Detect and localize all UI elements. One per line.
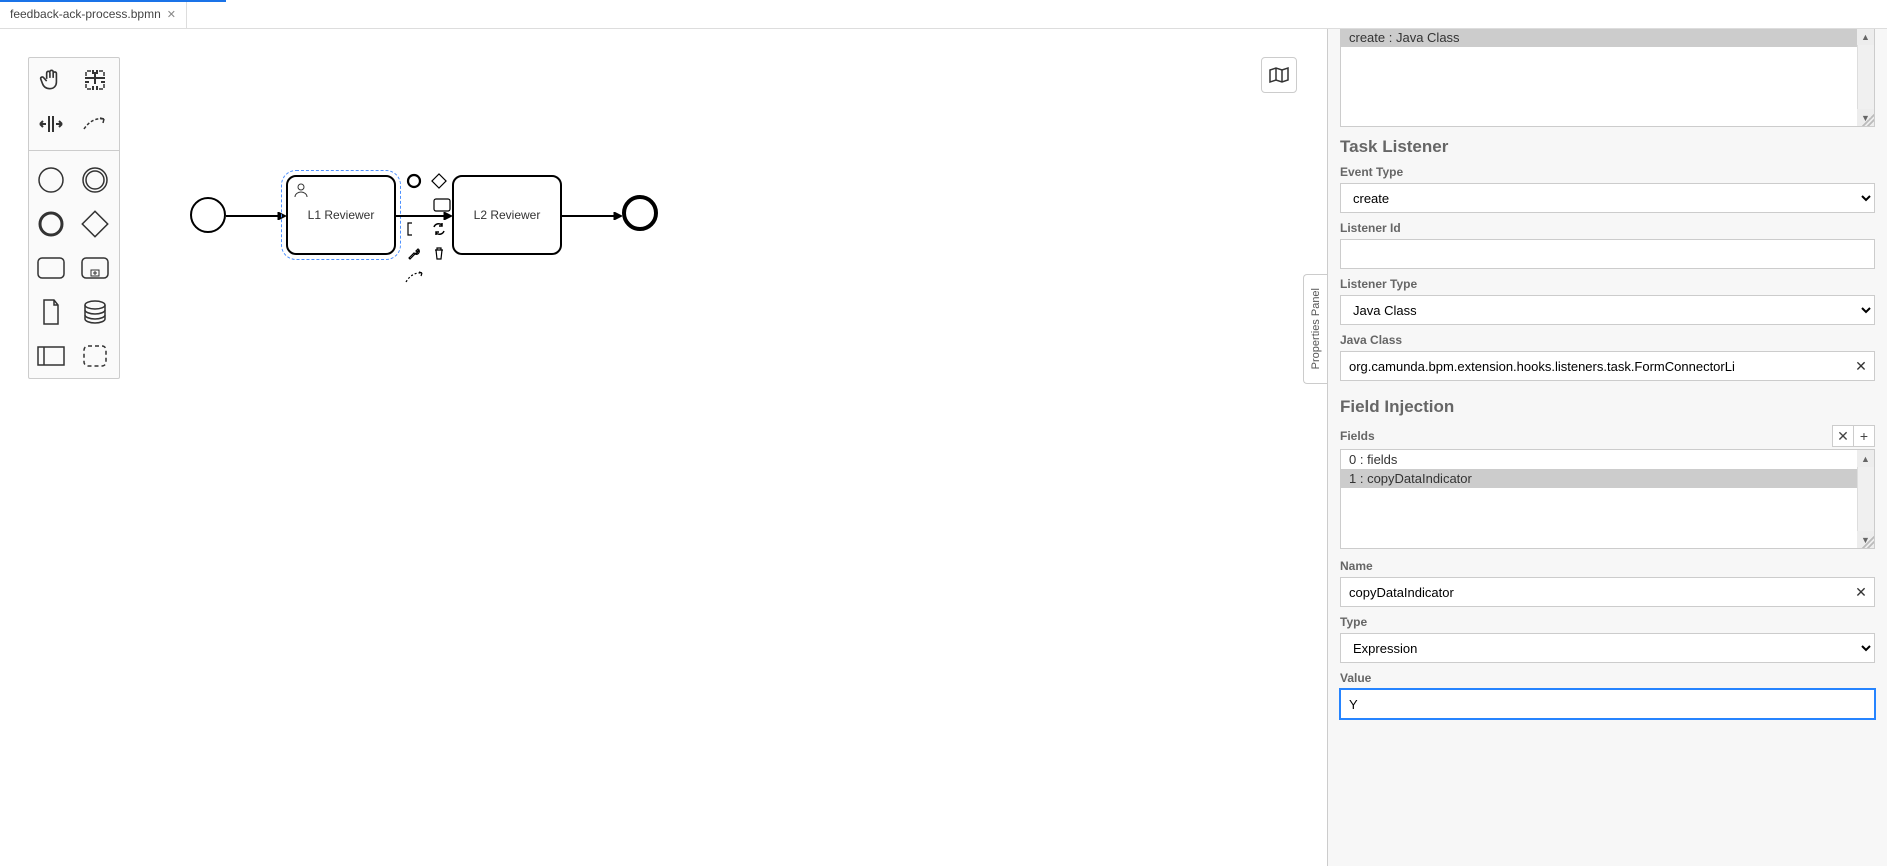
wrench-icon[interactable] (404, 243, 424, 263)
sequence-flow[interactable] (396, 212, 452, 220)
label-listener-type: Listener Type (1340, 277, 1875, 291)
scroll-up-icon[interactable]: ▲ (1857, 29, 1874, 45)
change-type-icon[interactable] (429, 219, 449, 239)
resize-handle[interactable] (1862, 114, 1874, 126)
close-icon[interactable]: ✕ (167, 8, 176, 21)
label-listener-id: Listener Id (1340, 221, 1875, 235)
file-tab-title: feedback-ack-process.bpmn (10, 7, 161, 21)
add-field-button[interactable]: + (1853, 425, 1875, 447)
sequence-flow[interactable] (562, 212, 622, 220)
diagram-canvas[interactable]: L1 Reviewer L2 Reviewer (0, 29, 1327, 866)
append-end-event-icon[interactable] (404, 171, 424, 191)
label-type: Type (1340, 615, 1875, 629)
field-value-input[interactable] (1340, 689, 1875, 719)
resize-handle[interactable] (1862, 536, 1874, 548)
user-task-icon (292, 181, 310, 199)
clear-icon[interactable]: ✕ (1853, 584, 1869, 600)
file-tab[interactable]: feedback-ack-process.bpmn ✕ (0, 0, 187, 28)
list-item[interactable]: create : Java Class (1341, 29, 1857, 47)
label-name: Name (1340, 559, 1875, 573)
task-label: L2 Reviewer (474, 208, 541, 222)
label-event-type: Event Type (1340, 165, 1875, 179)
list-item[interactable]: 0 : fields (1341, 450, 1857, 469)
context-pad (404, 171, 452, 287)
append-gateway-icon[interactable] (429, 171, 449, 191)
sequence-flow[interactable] (226, 212, 286, 220)
field-type-select[interactable]: Expression (1340, 633, 1875, 663)
fields-list[interactable]: 0 : fields 1 : copyDataIndicator ▲ ▼ (1340, 449, 1875, 549)
annotation-icon[interactable] (404, 219, 424, 239)
label-java-class: Java Class (1340, 333, 1875, 347)
tab-bar: feedback-ack-process.bpmn ✕ (0, 0, 1887, 29)
execution-listener-list[interactable]: create : Java Class ▲ ▼ (1340, 29, 1875, 127)
section-task-listener: Task Listener (1340, 137, 1875, 157)
remove-field-button[interactable]: ✕ (1832, 425, 1854, 447)
task-label: L1 Reviewer (308, 208, 375, 222)
label-fields: Fields (1340, 429, 1833, 443)
panel-handle-label: Properties Panel (1310, 288, 1322, 369)
java-class-input[interactable] (1340, 351, 1875, 381)
label-value: Value (1340, 671, 1875, 685)
start-event[interactable] (190, 197, 226, 233)
scroll-up-icon[interactable]: ▲ (1857, 450, 1874, 467)
task-l1-reviewer[interactable]: L1 Reviewer (286, 175, 396, 255)
section-field-injection: Field Injection (1340, 397, 1875, 417)
field-name-input[interactable] (1340, 577, 1875, 607)
connect-icon[interactable] (404, 267, 424, 287)
listener-id-input[interactable] (1340, 239, 1875, 269)
delete-icon[interactable] (429, 243, 449, 263)
listener-type-select[interactable]: Java Class (1340, 295, 1875, 325)
end-event[interactable] (622, 195, 658, 231)
properties-panel-toggle[interactable]: Properties Panel (1303, 274, 1327, 384)
list-item[interactable]: 1 : copyDataIndicator (1341, 469, 1857, 488)
task-l2-reviewer[interactable]: L2 Reviewer (452, 175, 562, 255)
properties-panel: create : Java Class ▲ ▼ Task Listener Ev… (1327, 29, 1887, 866)
clear-icon[interactable]: ✕ (1853, 358, 1869, 374)
event-type-select[interactable]: create (1340, 183, 1875, 213)
